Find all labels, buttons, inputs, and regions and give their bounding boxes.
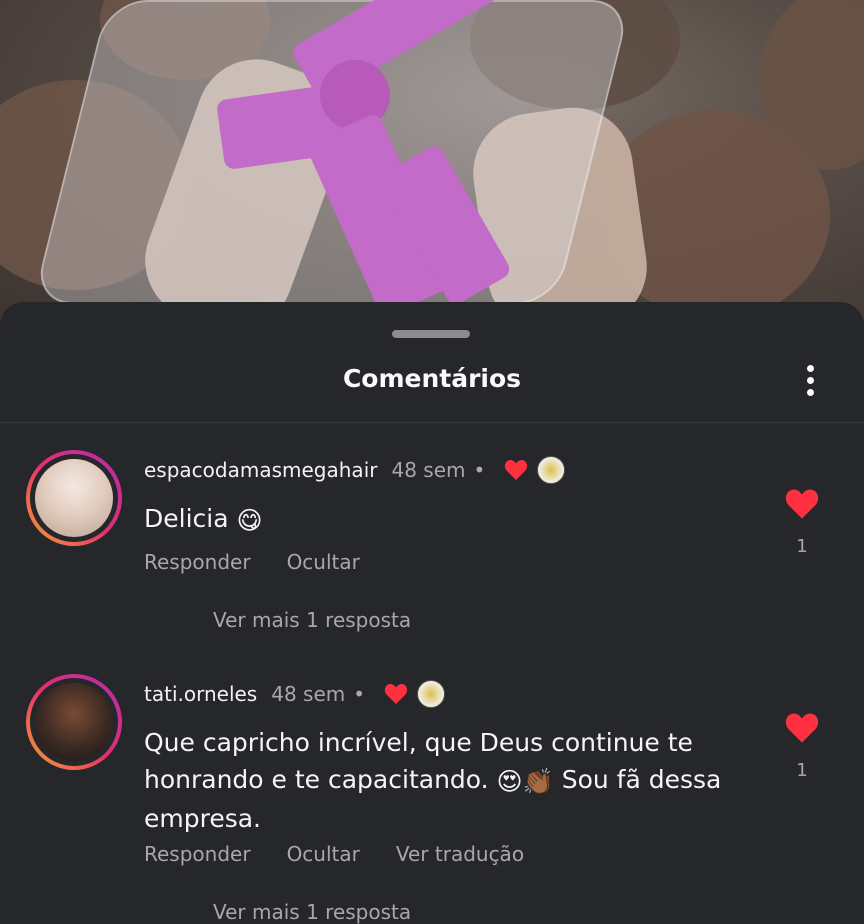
- comment-meta: espacodamasmegahair 48 sem •: [144, 456, 566, 484]
- comment-actions: Responder Ocultar: [144, 550, 396, 574]
- emoji: 👏🏾: [522, 766, 554, 796]
- like-count: 1: [796, 760, 808, 781]
- comment-text-line: Que capricho incrível, que Deus continue…: [144, 728, 693, 757]
- heart-icon[interactable]: [784, 488, 820, 520]
- creator-avatar: [537, 456, 566, 484]
- separator: •: [353, 682, 366, 706]
- timestamp: 48 sem: [391, 458, 466, 482]
- sheet-drag-handle[interactable]: [392, 330, 470, 338]
- comment-text-segment: Sou fã dessa: [561, 765, 722, 794]
- reply-button[interactable]: Responder: [144, 550, 251, 574]
- username[interactable]: tati.orneles: [144, 682, 257, 706]
- timestamp: 48 sem: [271, 682, 346, 706]
- view-more-replies[interactable]: Ver mais 1 resposta: [213, 608, 411, 632]
- more-options-icon[interactable]: [798, 362, 822, 402]
- creator-avatar: [417, 680, 446, 708]
- avatar[interactable]: [26, 674, 122, 770]
- comment-text-line: empresa.: [144, 803, 262, 833]
- avatar[interactable]: [26, 450, 122, 546]
- heart-icon[interactable]: [784, 712, 820, 744]
- comment-text-segment: honrando e te capacitando.: [144, 765, 489, 794]
- divider: [0, 422, 864, 423]
- comments-sheet: Comentários espacodamasmegahair 48 sem •…: [0, 302, 864, 924]
- comment-meta: tati.orneles 48 sem •: [144, 680, 446, 708]
- username[interactable]: espacodamasmegahair: [144, 458, 377, 482]
- comment-text-body: Delicia: [144, 504, 229, 533]
- see-translation-button[interactable]: Ver tradução: [396, 842, 524, 866]
- hide-button[interactable]: Ocultar: [287, 842, 360, 866]
- sheet-title: Comentários: [342, 364, 522, 393]
- like-count: 1: [796, 536, 808, 557]
- reply-button[interactable]: Responder: [144, 842, 251, 866]
- creator-heart-icon: [505, 460, 528, 480]
- separator: •: [473, 458, 486, 482]
- comment-text: Delicia 😋: [144, 500, 764, 539]
- comment-text: Que capricho incrível, que Deus continue…: [144, 724, 764, 837]
- emoji: 😋: [236, 505, 263, 535]
- creator-heart-icon: [384, 684, 408, 704]
- hide-button[interactable]: Ocultar: [287, 550, 360, 574]
- comment-text-line: honrando e te capacitando. 😍👏🏾 Sou fã de…: [144, 761, 764, 800]
- comment-actions: Responder Ocultar Ver tradução: [144, 842, 560, 866]
- emoji: 😍: [496, 766, 523, 796]
- view-more-replies[interactable]: Ver mais 1 resposta: [213, 900, 411, 924]
- post-photo-background: [0, 0, 864, 320]
